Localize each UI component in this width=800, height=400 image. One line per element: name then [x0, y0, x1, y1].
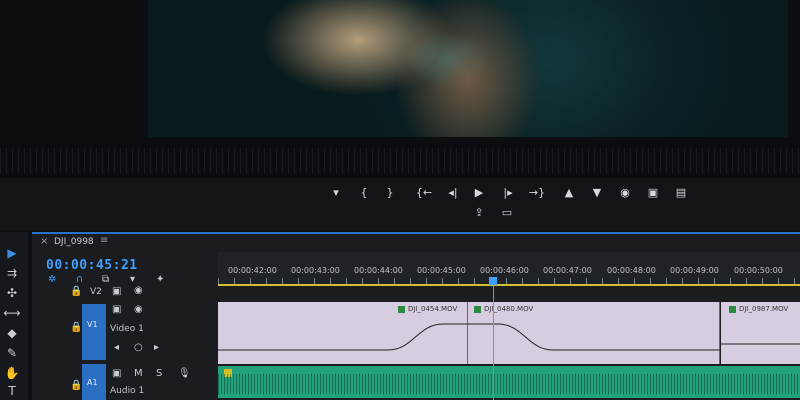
- ruler-tick-label: 00:00:44:00: [354, 266, 403, 275]
- monitor-video-frame: [148, 0, 788, 137]
- overwrite-button[interactable]: ▤: [672, 186, 690, 200]
- ruler-tick-label: 00:00:46:00: [480, 266, 529, 275]
- track-v2-label: V2: [90, 287, 102, 297]
- sync-lock-icon[interactable]: ▣: [112, 286, 121, 297]
- ruler-tick-label: 00:00:49:00: [670, 266, 719, 275]
- opacity-keyframe-line[interactable]: [218, 302, 800, 364]
- sequence-name[interactable]: DJI_0998: [54, 237, 94, 247]
- step-back-button[interactable]: ◂|: [443, 186, 463, 200]
- microphone-icon[interactable]: 🎙: [178, 368, 191, 379]
- mark-in-marker-icon[interactable]: ▾: [327, 186, 345, 200]
- snap-icon[interactable]: ∩: [76, 274, 83, 285]
- program-monitor: [0, 0, 800, 178]
- lift-button[interactable]: ▲: [560, 186, 578, 200]
- go-to-out-button[interactable]: →}: [525, 186, 549, 200]
- timeline-panel: × DJI_0998 ≡ 00:00:45:21 ✲ ∩ ⧉ ▾ ✦ 🔒 V2 …: [32, 232, 800, 400]
- mark-out-button[interactable]: }: [381, 186, 399, 200]
- playhead-handle[interactable]: [489, 277, 497, 285]
- selection-tool-icon[interactable]: ▶: [2, 244, 22, 262]
- linked-selection-icon[interactable]: ⧉: [102, 274, 109, 285]
- time-ruler[interactable]: 00:00:42:00 00:00:43:00 00:00:44:00 00:0…: [218, 252, 800, 286]
- ruler-tick-label: 00:00:47:00: [543, 266, 592, 275]
- ruler-tick-label: 00:00:43:00: [291, 266, 340, 275]
- ripple-edit-tool-icon[interactable]: ✣: [2, 284, 22, 302]
- play-button[interactable]: ▶: [470, 186, 488, 200]
- safe-margins-button[interactable]: ▭: [498, 206, 516, 220]
- audio-waveform: [218, 374, 800, 394]
- ruler-tick-label: 00:00:48:00: [607, 266, 656, 275]
- ruler-tick-label: 00:00:45:00: [417, 266, 466, 275]
- eye-icon[interactable]: ◉: [134, 304, 143, 315]
- add-marker-icon[interactable]: ▾: [130, 274, 135, 285]
- track-v1-target[interactable]: V1: [82, 304, 106, 360]
- track-a1-label: A1: [87, 378, 98, 387]
- solo-icon[interactable]: S: [156, 368, 162, 379]
- panel-menu-icon[interactable]: ≡: [100, 235, 108, 246]
- export-frame-button[interactable]: ◉: [616, 186, 634, 200]
- pen-tool-icon[interactable]: ✎: [2, 344, 22, 362]
- sequence-tab[interactable]: × DJI_0998 ≡: [32, 234, 800, 252]
- monitor-scrub-bar[interactable]: [0, 148, 800, 174]
- hand-tool-icon[interactable]: ✋: [2, 364, 22, 382]
- playhead-line[interactable]: [493, 286, 494, 400]
- insert-button[interactable]: ▣: [644, 186, 662, 200]
- track-v1-label: V1: [87, 320, 98, 329]
- track-v1-name: Video 1: [110, 324, 144, 334]
- mark-in-button[interactable]: {: [355, 186, 373, 200]
- clips-area: DJI_0454.MOV DJI_0480.MOV DJI_0987.MOV: [218, 286, 800, 400]
- razor-tool-icon[interactable]: ⟷: [2, 304, 22, 322]
- go-to-in-button[interactable]: {←: [412, 186, 436, 200]
- audio-clip[interactable]: [218, 366, 800, 398]
- track-a1-target[interactable]: A1: [82, 364, 106, 400]
- slip-tool-icon[interactable]: ◆: [2, 324, 22, 342]
- track-select-tool-icon[interactable]: ⇉: [2, 264, 22, 282]
- next-keyframe-icon[interactable]: ▸: [154, 342, 159, 353]
- previous-keyframe-icon[interactable]: ◂: [114, 342, 119, 353]
- nest-icon[interactable]: ✲: [48, 274, 56, 285]
- lock-icon[interactable]: 🔒: [70, 380, 82, 391]
- sync-lock-icon[interactable]: ▣: [112, 304, 121, 315]
- tools-panel: ▶ ⇉ ✣ ⟷ ◆ ✎ ✋ T: [0, 232, 28, 400]
- type-tool-icon[interactable]: T: [2, 382, 22, 400]
- mute-icon[interactable]: M: [134, 368, 143, 379]
- export-button[interactable]: ⇪: [470, 206, 488, 220]
- sync-lock-icon[interactable]: ▣: [112, 368, 121, 379]
- eye-icon[interactable]: ◉: [134, 285, 143, 296]
- ruler-tick-label: 00:00:50:00: [734, 266, 783, 275]
- lock-icon[interactable]: 🔒: [70, 286, 82, 297]
- settings-wrench-icon[interactable]: ✦: [156, 274, 164, 285]
- lock-icon[interactable]: 🔒: [70, 322, 82, 333]
- step-forward-button[interactable]: |▸: [498, 186, 518, 200]
- ruler-tick-label: 00:00:42:00: [228, 266, 277, 275]
- add-keyframe-icon[interactable]: ○: [134, 342, 143, 353]
- transport-controls: ▾ { } {← ◂| ▶ |▸ →} ▲ ▼ ◉ ▣ ▤ ⇪ ▭: [0, 178, 800, 230]
- close-icon[interactable]: ×: [40, 236, 48, 247]
- playhead-timecode[interactable]: 00:00:45:21: [46, 258, 138, 273]
- extract-button[interactable]: ▼: [588, 186, 606, 200]
- track-a1-name: Audio 1: [110, 386, 145, 396]
